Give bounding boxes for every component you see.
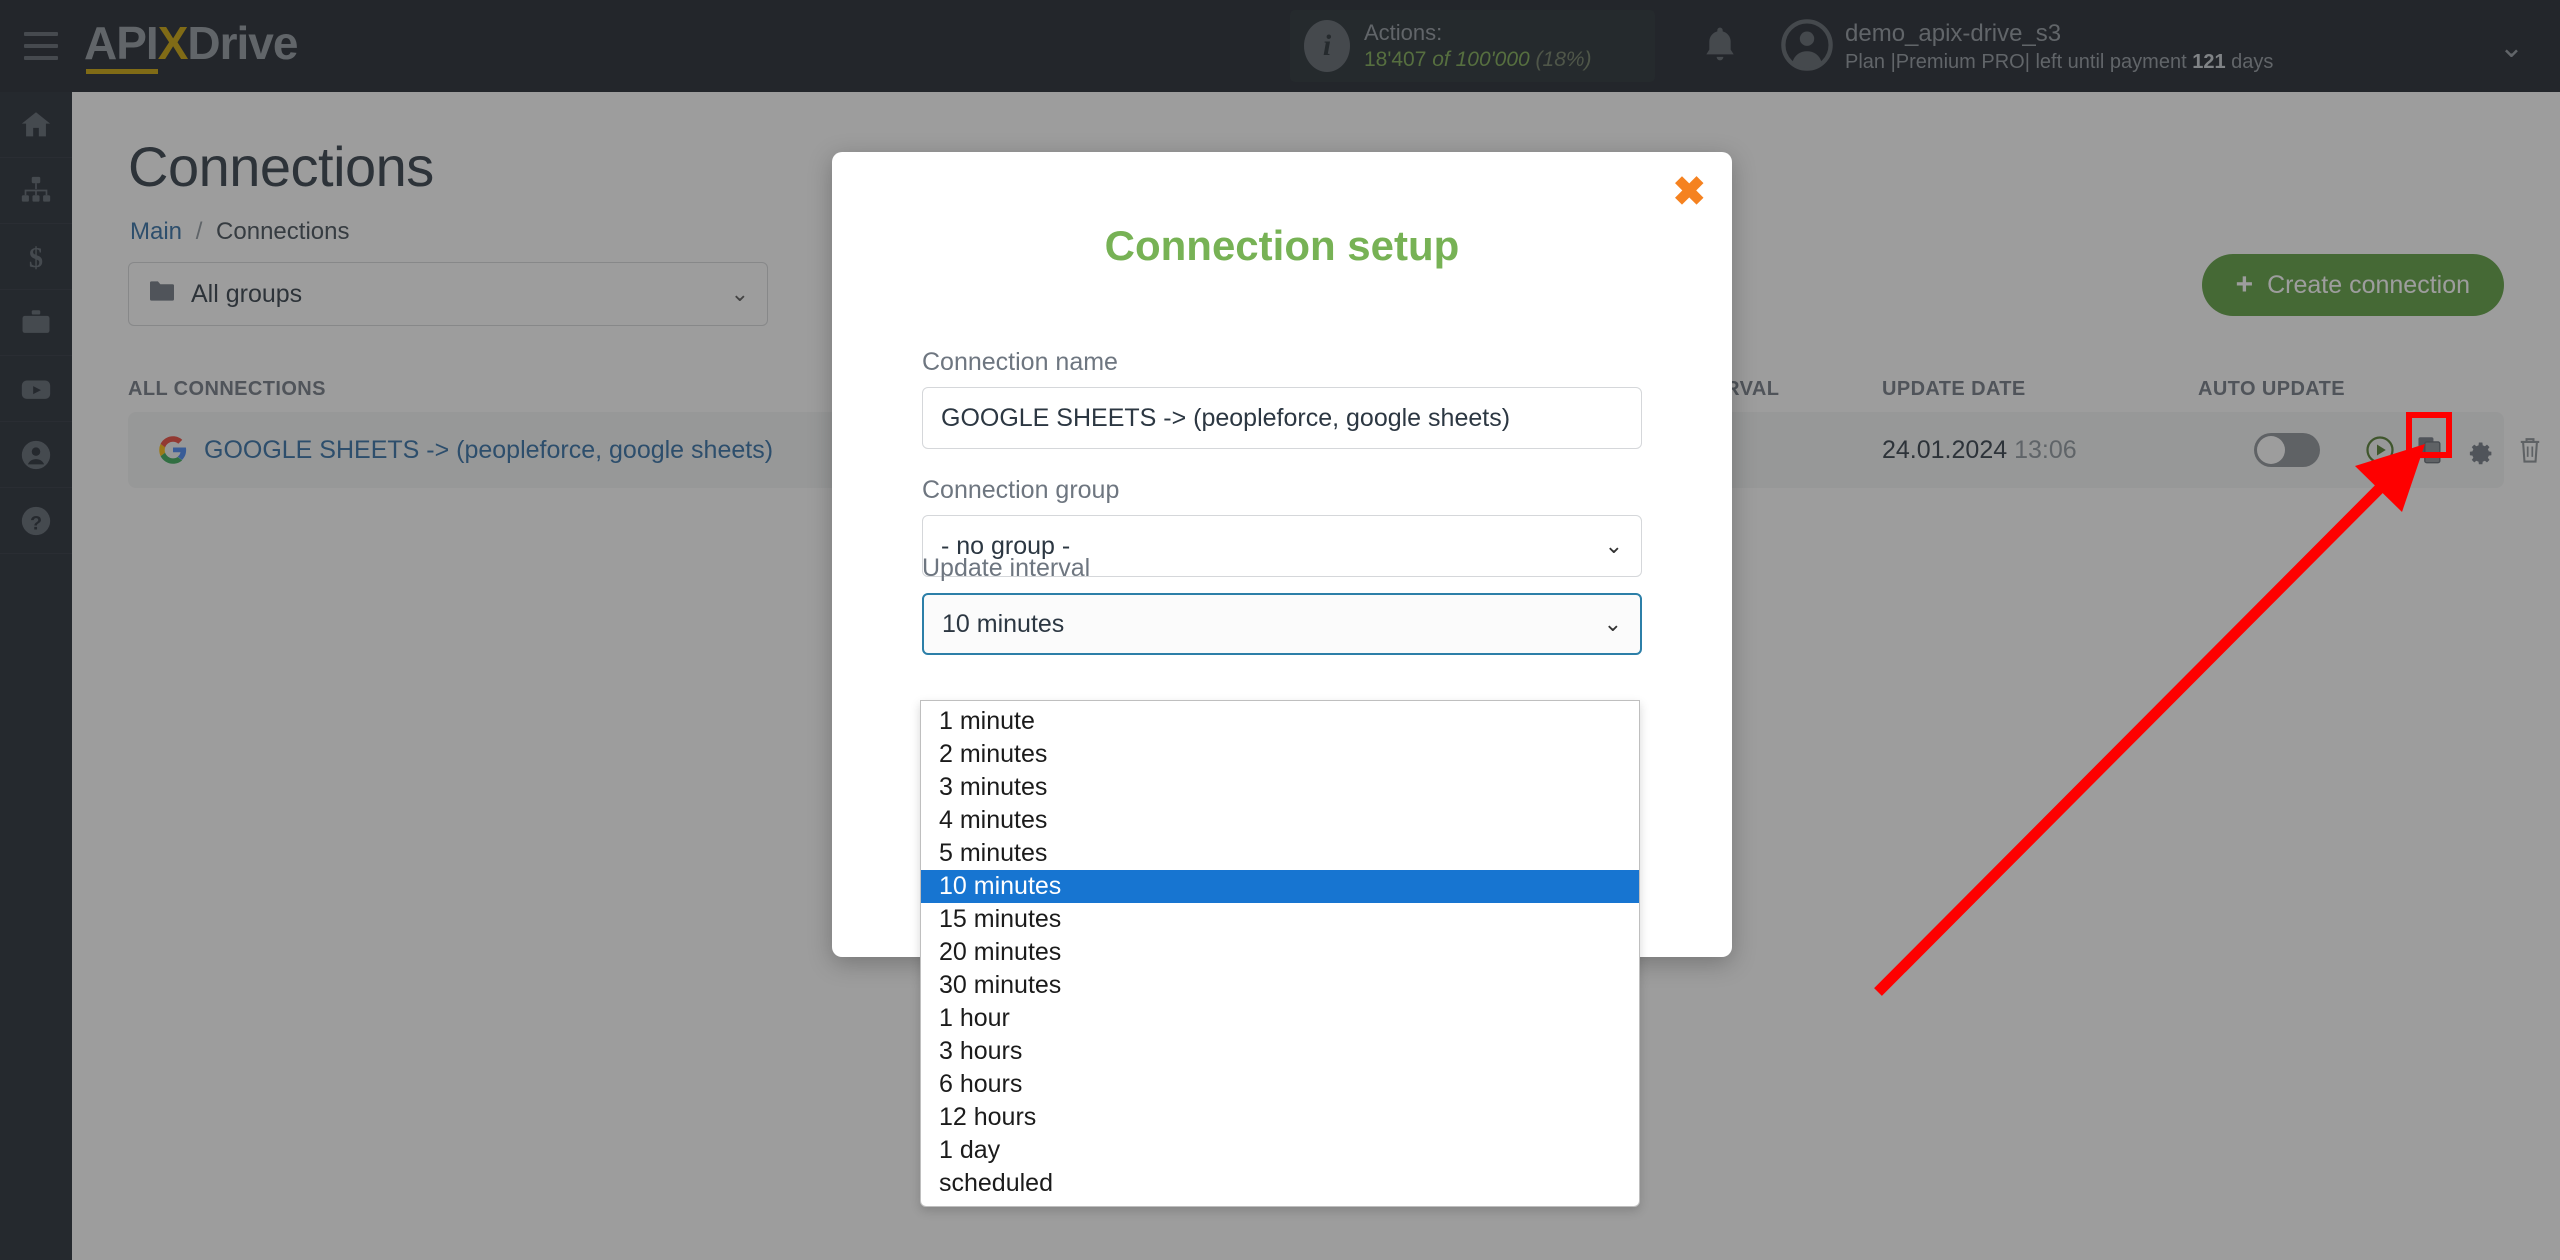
dropdown-option[interactable]: 6 hours [921,1068,1639,1101]
update-interval-select[interactable]: 10 minutes ⌄ [922,593,1642,655]
dropdown-option[interactable]: 4 minutes [921,804,1639,837]
dropdown-option[interactable]: 15 minutes [921,903,1639,936]
connection-name-label: Connection name [922,348,1118,376]
dropdown-option[interactable]: 1 minute [921,705,1639,738]
connection-group-label: Connection group [922,476,1120,504]
dropdown-option[interactable]: 1 day [921,1134,1639,1167]
dropdown-option[interactable]: 3 hours [921,1035,1639,1068]
modal-title: Connection setup [1104,222,1460,269]
update-interval-value: 10 minutes [942,609,1065,638]
dropdown-option[interactable]: 12 hours [921,1101,1639,1134]
connection-name-input[interactable]: GOOGLE SHEETS -> (peopleforce, google sh… [922,387,1642,449]
dropdown-option[interactable]: scheduled [921,1167,1639,1200]
dropdown-option[interactable]: 3 minutes [921,771,1639,804]
close-icon[interactable]: ✖ [1672,172,1706,212]
update-interval-dropdown[interactable]: 1 minute 2 minutes 3 minutes 4 minutes 5 min… [920,700,1640,1207]
update-interval-field-group: Update interval 10 minutes ⌄ [922,554,1642,655]
dropdown-option[interactable]: 1 hour [921,1002,1639,1035]
dropdown-option[interactable]: 30 minutes [921,969,1639,1002]
update-interval-label: Update interval [922,554,1091,582]
dropdown-option[interactable]: 20 minutes [921,936,1639,969]
chevron-down-icon: ⌄ [1603,611,1622,636]
connection-name-field-group: Connection name GOOGLE SHEETS -> (people… [922,348,1642,449]
dropdown-option[interactable]: 5 minutes [921,837,1639,870]
dropdown-option[interactable]: 10 minutes [921,870,1639,903]
dropdown-option[interactable]: 2 minutes [921,738,1639,771]
